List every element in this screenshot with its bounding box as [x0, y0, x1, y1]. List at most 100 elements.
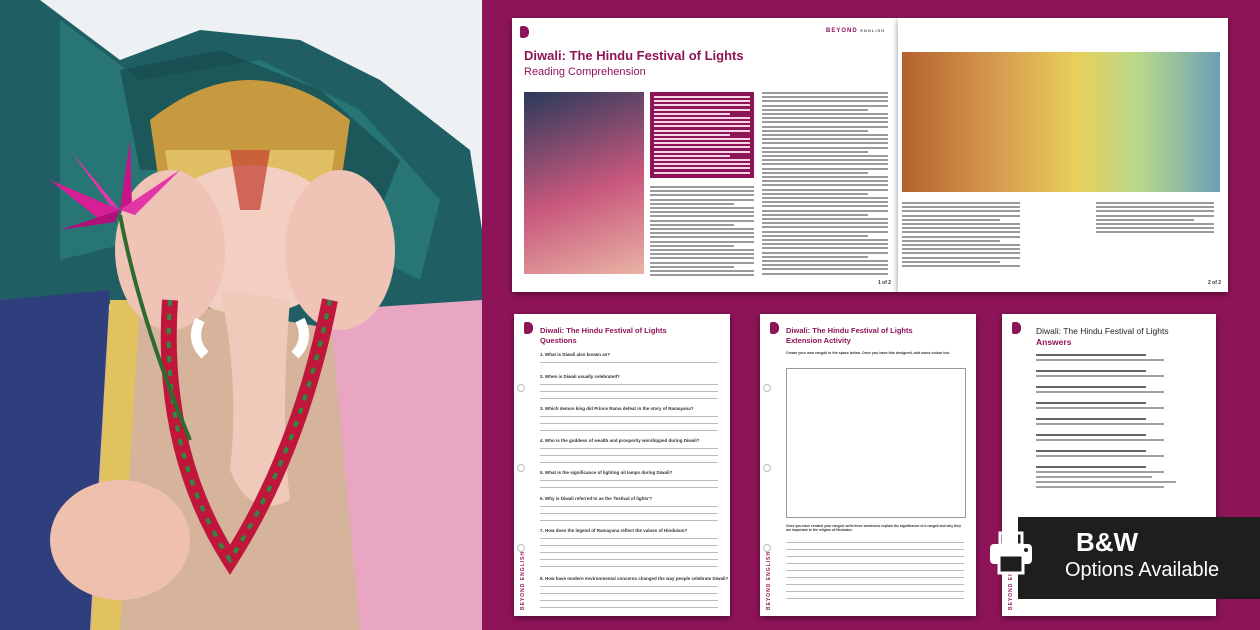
answer-text-line	[1036, 434, 1146, 436]
article-text-line	[762, 243, 888, 246]
article-text-line	[902, 244, 1020, 246]
article-text-line	[650, 186, 754, 188]
binder-hole	[763, 464, 771, 472]
writing-line[interactable]	[786, 570, 964, 571]
answer-text-line	[1036, 402, 1146, 404]
answer-line[interactable]	[540, 593, 718, 594]
article-text-line	[762, 239, 888, 241]
answer-line[interactable]	[540, 362, 718, 363]
answer-line[interactable]	[540, 520, 718, 521]
writing-line[interactable]	[786, 577, 964, 578]
article-text-line	[762, 176, 888, 178]
article-text-line	[650, 270, 754, 272]
brand-logo-icon	[770, 322, 779, 334]
question-text: 8. How have modern environmental concern…	[540, 576, 729, 581]
article-text-line	[762, 121, 888, 124]
printer-icon	[990, 531, 1032, 575]
article-text-line	[650, 257, 754, 260]
article-text-line	[762, 213, 868, 216]
answer-line[interactable]	[540, 506, 718, 507]
answer-line[interactable]	[540, 384, 718, 385]
brand-name: BEYOND ENGLISH	[826, 28, 885, 34]
article-text-line	[650, 194, 754, 197]
article-text-line	[650, 249, 754, 251]
answer-text-line	[1036, 455, 1164, 457]
article-text-line	[762, 117, 888, 120]
answer-line[interactable]	[540, 538, 718, 539]
options-available-label: Options Available	[1065, 559, 1220, 581]
bw-label: B&W	[1076, 527, 1139, 557]
article-text-line	[762, 268, 888, 271]
article-text-line	[654, 159, 750, 161]
article-text-line	[654, 146, 750, 149]
answer-line[interactable]	[540, 559, 718, 560]
answer-text-line	[1036, 439, 1164, 441]
answer-line[interactable]	[540, 423, 718, 424]
answer-line[interactable]	[540, 586, 718, 587]
article-text-line	[650, 223, 734, 226]
article-text-line	[902, 218, 1000, 221]
article-text-line	[762, 222, 888, 225]
writing-line[interactable]	[786, 563, 964, 564]
question-text: 1. What is Diwali also known as?	[540, 352, 611, 357]
rangoli-drawing-box[interactable]	[786, 368, 966, 518]
article-text-line	[762, 167, 888, 170]
answer-line[interactable]	[540, 455, 718, 456]
answer-text-line	[1036, 370, 1146, 372]
answer-text-line	[1036, 375, 1164, 377]
writing-line[interactable]	[786, 584, 964, 585]
answer-line[interactable]	[540, 600, 718, 601]
writing-line[interactable]	[786, 591, 964, 592]
article-text-line	[1096, 210, 1214, 213]
article-text-line	[902, 231, 1020, 234]
questions-title: Diwali: The Hindu Festival of Lights	[540, 326, 667, 335]
article-text-line	[762, 92, 888, 94]
writing-line[interactable]	[786, 598, 964, 599]
article-text-line	[654, 163, 750, 166]
answer-text-line	[1036, 476, 1152, 478]
article-text-line	[654, 121, 750, 124]
article-text-line	[762, 146, 888, 149]
answer-line[interactable]	[540, 462, 718, 463]
article-text-line	[650, 211, 754, 214]
article-text-line	[654, 96, 750, 98]
article-text-line	[762, 192, 868, 195]
article-text-line	[650, 232, 754, 235]
article-text-line	[902, 223, 1020, 225]
brand-suffix-text: ENGLISH	[860, 28, 886, 33]
answers-subtitle: Answers	[1036, 337, 1072, 347]
article-text-line	[762, 255, 868, 258]
article-text-line	[902, 239, 1000, 242]
article-text-line	[902, 210, 1020, 213]
brand-logo-icon	[524, 322, 533, 334]
answer-text-line	[1036, 481, 1176, 483]
answer-text-line	[1036, 359, 1164, 361]
article-text-line	[654, 129, 750, 132]
answer-line[interactable]	[540, 545, 718, 546]
article-text-line	[1096, 231, 1214, 234]
extension-subtitle: Extension Activity	[786, 336, 851, 345]
answer-line[interactable]	[540, 480, 718, 481]
answer-line[interactable]	[540, 513, 718, 514]
article-text-line	[762, 260, 888, 262]
answer-line[interactable]	[540, 391, 718, 392]
article-text-line	[762, 125, 888, 128]
writing-line[interactable]	[786, 542, 964, 543]
question-text: 2. When is Diwali usually celebrated?	[540, 374, 620, 379]
answer-line[interactable]	[540, 552, 718, 553]
writing-line[interactable]	[786, 556, 964, 557]
answer-line[interactable]	[540, 448, 718, 449]
article-text-line	[654, 142, 750, 145]
writing-line[interactable]	[786, 549, 964, 550]
answer-line[interactable]	[540, 607, 718, 608]
article-text-line	[650, 190, 754, 193]
article-text-line	[762, 134, 888, 136]
answer-line[interactable]	[540, 398, 718, 399]
article-text-line	[762, 205, 888, 208]
answer-line[interactable]	[540, 566, 718, 567]
article-text-line	[762, 138, 888, 141]
answer-line[interactable]	[540, 416, 718, 417]
article-text-line	[650, 202, 734, 205]
answer-line[interactable]	[540, 487, 718, 488]
answer-line[interactable]	[540, 430, 718, 431]
